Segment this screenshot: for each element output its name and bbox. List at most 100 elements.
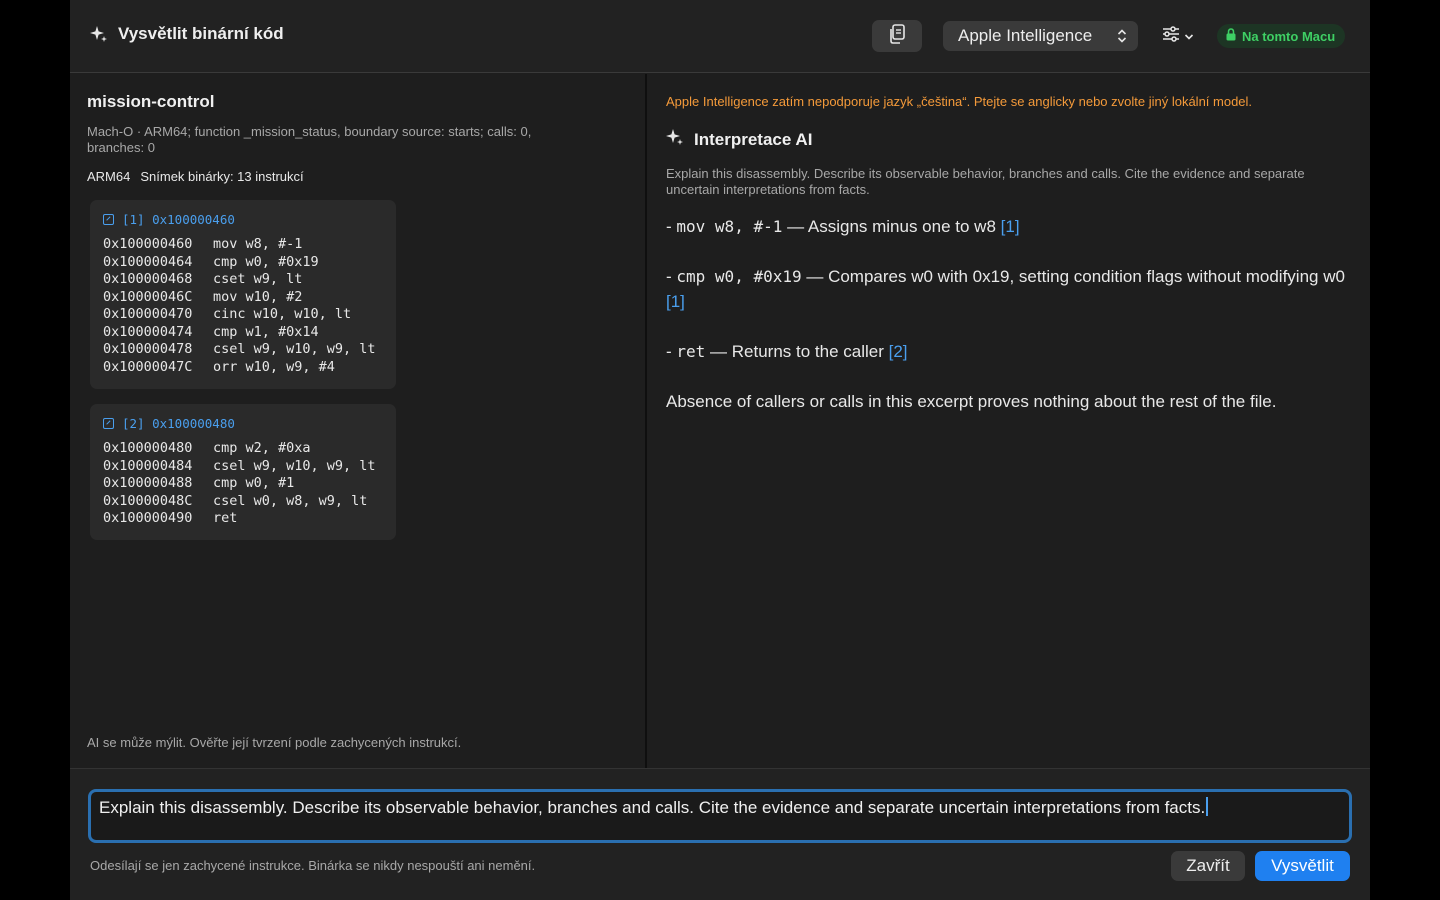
prompt-input-value: Explain this disassembly. Describe its o… [99, 798, 1206, 817]
instruction-text: mov w8, #-1 [213, 236, 303, 252]
code-block-label: [1] 0x100000460 [122, 212, 235, 227]
code-block-label: [2] 0x100000480 [122, 416, 235, 431]
instruction-text: cmp w0, #1 [213, 475, 295, 491]
jump-to-icon [103, 418, 114, 429]
instruction-text: cinc w10, w10, lt [213, 306, 352, 322]
answer-code: ret [676, 342, 706, 361]
citation-link[interactable]: [1] [666, 292, 685, 311]
on-device-badge: Na tomto Macu [1217, 24, 1346, 48]
sliders-icon [1162, 26, 1180, 47]
instruction-text: ret [213, 510, 238, 526]
instruction-text: cmp w1, #0x14 [213, 323, 319, 340]
instruction-row: 0x10000047C orr w10, w9, #4 [103, 359, 384, 377]
ai-answer: - mov w8, #-1 — Assigns minus one to w8 … [666, 214, 1346, 439]
snapshot-label: Snímek binárky: 13 instrukcí [140, 169, 304, 184]
code-block: [1] 0x100000460 0x100000460 mov w8, #-1 0… [90, 200, 396, 389]
instruction-address: 0x100000474 [103, 323, 193, 340]
prompt-footer: Explain this disassembly. Describe its o… [70, 768, 1370, 900]
instruction-text: cset w9, lt [213, 271, 303, 287]
lock-icon [1226, 28, 1236, 44]
explain-button[interactable]: Vysvětlit [1255, 851, 1350, 881]
instruction-row: 0x100000464 cmp w0, #0x19 [103, 254, 384, 272]
instruction-address: 0x100000464 [103, 253, 193, 270]
chevron-down-icon [1184, 28, 1194, 46]
text-caret [1206, 797, 1209, 816]
answer-conclusion: Absence of callers or calls in this exce… [666, 392, 1277, 411]
ai-interpretation-panel: Apple Intelligence zatím nepodporuje jaz… [647, 74, 1370, 768]
instruction-text: cmp w0, #0x19 [213, 253, 319, 270]
citation-link[interactable]: [1] [1001, 217, 1020, 236]
binary-name: mission-control [87, 92, 215, 111]
answer-text: — Assigns minus one to w8 [782, 217, 1001, 236]
instruction-row: 0x10000046C mov w10, #2 [103, 289, 384, 307]
prompt-input[interactable]: Explain this disassembly. Describe its o… [88, 789, 1352, 843]
answer-item: - ret — Returns to the caller [2] [666, 339, 1346, 364]
sparkles-icon [666, 128, 684, 151]
copy-button[interactable] [872, 20, 922, 52]
bullet: - [666, 342, 677, 361]
instruction-row: 0x100000474 cmp w1, #0x14 [103, 324, 384, 342]
ai-disclaimer: AI se může mýlit. Ověřte její tvrzení po… [87, 735, 462, 750]
instruction-address: 0x100000460 [103, 236, 193, 252]
code-block-link[interactable]: [1] 0x100000460 [103, 212, 384, 227]
instruction-address: 0x10000046C [103, 288, 193, 305]
binary-description: Mach-O · ARM64; function _mission_status… [87, 124, 532, 155]
answer-item: - cmp w0, #0x19 — Compares w0 with 0x19,… [666, 264, 1346, 314]
instruction-row: 0x100000488 cmp w0, #1 [103, 475, 384, 493]
window-title: Vysvětlit binární kód [118, 24, 284, 43]
toolbar: Vysvětlit binární kód Apple Intelligence [70, 0, 1370, 73]
answer-code: mov w8, #-1 [676, 217, 783, 236]
citation-link[interactable]: [2] [889, 342, 908, 361]
instruction-address: 0x100000484 [103, 457, 193, 474]
instruction-address: 0x100000480 [103, 440, 193, 456]
instruction-text: csel w9, w10, w9, lt [213, 457, 376, 474]
instruction-row: 0x100000480 cmp w2, #0xa [103, 440, 384, 458]
answer-text: — Returns to the caller [705, 342, 889, 361]
instruction-address: 0x100000490 [103, 510, 193, 526]
copy-icon [888, 23, 906, 49]
explain-binary-window: Vysvětlit binární kód Apple Intelligence [70, 0, 1370, 900]
instruction-row: 0x100000460 mov w8, #-1 [103, 236, 384, 254]
instruction-address: 0x100000468 [103, 271, 193, 287]
instruction-text: orr w10, w9, #4 [213, 358, 335, 375]
sparkles-icon [90, 25, 108, 43]
instruction-address: 0x100000488 [103, 475, 193, 491]
chevron-up-down-icon [1117, 28, 1127, 49]
snapshot-info: ARM64 Snímek binárky: 13 instrukcí [87, 169, 304, 184]
instruction-text: cmp w2, #0xa [213, 440, 311, 456]
code-block: [2] 0x100000480 0x100000480 cmp w2, #0xa … [90, 404, 396, 540]
on-device-badge-label: Na tomto Macu [1242, 28, 1336, 44]
instruction-address: 0x10000048C [103, 492, 193, 509]
ai-title: Interpretace AI [694, 129, 813, 149]
language-warning: Apple Intelligence zatím nepodporuje jaz… [666, 94, 1253, 109]
instruction-row: 0x10000048C csel w0, w8, w9, lt [103, 493, 384, 511]
close-button[interactable]: Zavřít [1171, 851, 1245, 881]
bullet: - [666, 217, 677, 236]
ai-title-group: Interpretace AI [666, 128, 812, 151]
instruction-text: mov w10, #2 [213, 288, 303, 305]
code-block-link[interactable]: [2] 0x100000480 [103, 416, 384, 431]
instruction-row: 0x100000468 cset w9, lt [103, 271, 384, 289]
privacy-note: Odesílají se jen zachycené instrukce. Bi… [90, 858, 536, 873]
instruction-row: 0x100000484 csel w9, w10, w9, lt [103, 458, 384, 476]
answer-code: cmp w0, #0x19 [676, 267, 802, 286]
instruction-row: 0x100000490 ret [103, 510, 384, 528]
jump-to-icon [103, 214, 114, 225]
prompt-echo: Explain this disassembly. Describe its o… [666, 166, 1305, 197]
answer-text: — Compares w0 with 0x19, setting conditi… [801, 267, 1345, 286]
instruction-address: 0x100000470 [103, 306, 193, 322]
disassembly-panel: mission-control Mach-O · ARM64; function… [70, 74, 645, 768]
arch-label: ARM64 [87, 169, 131, 184]
instruction-address: 0x10000047C [103, 358, 193, 375]
title-group: Vysvětlit binární kód [90, 24, 284, 44]
instruction-text: csel w0, w8, w9, lt [213, 492, 368, 509]
answer-item: - mov w8, #-1 — Assigns minus one to w8 … [666, 214, 1346, 239]
model-select[interactable]: Apple Intelligence [943, 21, 1138, 51]
instruction-row: 0x100000470 cinc w10, w10, lt [103, 306, 384, 324]
instruction-address: 0x100000478 [103, 341, 193, 357]
bullet: - [666, 267, 677, 286]
instruction-text: csel w9, w10, w9, lt [213, 341, 376, 357]
model-select-value: Apple Intelligence [958, 26, 1093, 45]
options-menu-button[interactable] [1162, 26, 1194, 47]
instruction-row: 0x100000478 csel w9, w10, w9, lt [103, 341, 384, 359]
